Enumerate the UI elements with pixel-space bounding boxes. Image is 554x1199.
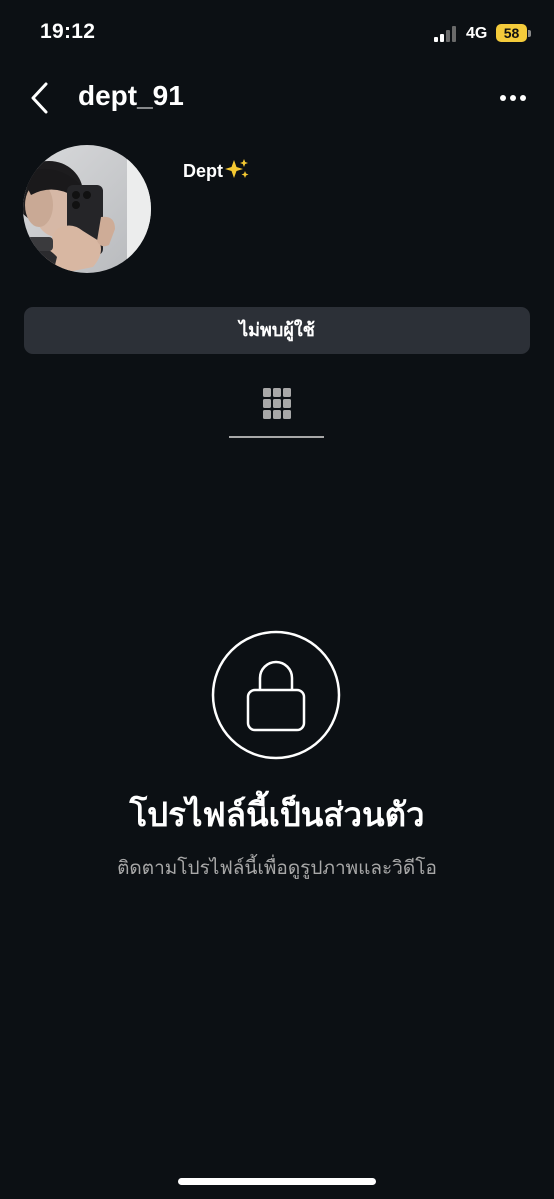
private-profile-subtitle: ติดตามโปรไฟล์นี้เพื่อดูรูปภาพและวิดีโอ <box>117 858 437 879</box>
profile-username: dept_91 <box>78 80 184 111</box>
chevron-left-icon <box>31 82 48 114</box>
more-horizontal-icon <box>500 95 526 101</box>
more-options-button[interactable] <box>494 86 534 110</box>
back-button[interactable] <box>24 80 60 116</box>
active-tab-indicator <box>229 436 324 438</box>
sparkles-emoji-icon <box>225 159 249 178</box>
status-time: 19:12 <box>40 20 96 43</box>
status-bar: 19:12 4G 58 <box>0 0 554 68</box>
battery-level: 58 <box>496 24 527 42</box>
profile-photo <box>23 145 151 273</box>
signal-strength-icon <box>434 26 462 42</box>
home-indicator[interactable] <box>178 1178 376 1185</box>
tab-posts-grid[interactable] <box>229 384 324 438</box>
private-profile-title: โปรไฟล์นี้เป็นส่วนตัว <box>129 796 425 833</box>
network-type: 4G <box>466 25 488 42</box>
user-not-found-button[interactable]: ไม่พบผู้ใช้ <box>24 307 530 354</box>
lock-icon <box>211 630 341 760</box>
display-name: Dept <box>183 158 250 182</box>
battery-icon <box>528 30 531 37</box>
grid-icon <box>263 388 291 419</box>
display-name-text: Dept <box>183 161 223 181</box>
avatar[interactable] <box>23 145 151 273</box>
